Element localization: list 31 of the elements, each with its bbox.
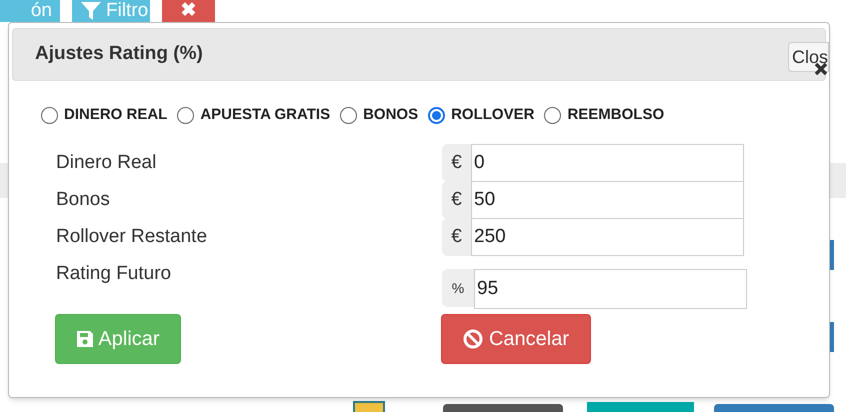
save-icon xyxy=(76,330,94,348)
radio-label[interactable]: DINERO REAL xyxy=(64,104,168,126)
radio-button[interactable] xyxy=(340,106,358,124)
ban-icon xyxy=(462,329,483,349)
radio-label[interactable]: ROLLOVER xyxy=(451,104,534,126)
unit-addon: % xyxy=(442,269,474,307)
close-button[interactable]: Clos xyxy=(788,42,830,72)
clear-button[interactable]: ✖ xyxy=(162,0,215,22)
close-icon[interactable] xyxy=(814,62,828,76)
radio-button[interactable] xyxy=(41,106,58,124)
input-field[interactable]: 50 xyxy=(471,181,744,219)
radio-button[interactable] xyxy=(428,106,446,124)
input-field[interactable]: 250 xyxy=(471,218,744,256)
radio-label[interactable]: BONOS xyxy=(363,104,418,126)
note-icon xyxy=(353,401,385,412)
input-field[interactable]: 95 xyxy=(474,269,747,309)
field-label: Bonos xyxy=(55,188,111,212)
unit-addon: € xyxy=(442,181,471,219)
radio-label[interactable]: REEMBOLSO xyxy=(567,104,664,126)
radio-label[interactable]: APUESTA GRATIS xyxy=(200,104,330,126)
unit-addon: € xyxy=(442,144,471,182)
field-label: Rating Futuro xyxy=(55,262,172,286)
field-label: Rollover Restante xyxy=(55,225,208,249)
radio-button[interactable] xyxy=(544,106,562,124)
field-label: Dinero Real xyxy=(55,151,158,175)
dialog-title: Ajustes Rating (%) xyxy=(35,42,203,66)
unit-addon: € xyxy=(442,218,471,256)
cancel-button[interactable]: Cancelar xyxy=(441,314,591,364)
funnel-icon xyxy=(80,2,102,20)
radio-button[interactable] xyxy=(177,106,194,124)
input-field[interactable]: 0 xyxy=(471,144,744,182)
